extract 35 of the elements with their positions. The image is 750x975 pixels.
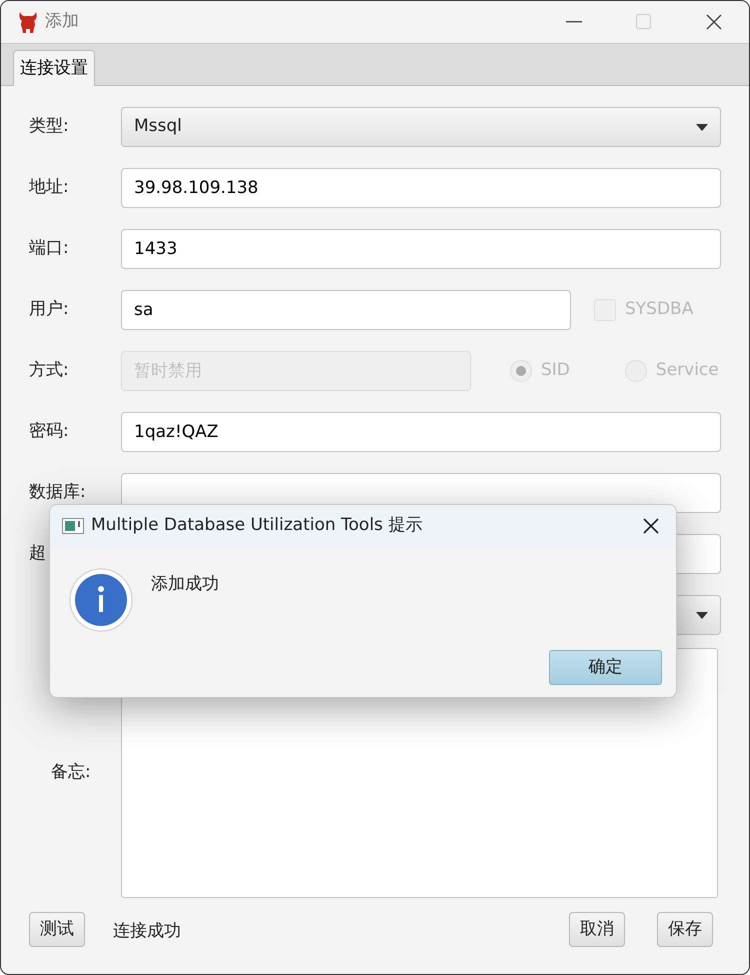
field-label: 数据库:: [29, 481, 87, 504]
field-label: 端口:: [29, 237, 70, 260]
window-icon: [62, 518, 84, 534]
ok-button[interactable]: 确定: [549, 650, 662, 685]
dialog-title: Multiple Database Utilization Tools 提示: [91, 514, 422, 538]
cancel-button[interactable]: 取消: [569, 912, 625, 947]
radio-label: SID: [541, 359, 570, 382]
field-label: 方式:: [29, 359, 70, 382]
app-icon: [17, 10, 39, 34]
field-label: 超: [29, 542, 47, 566]
window-title: 添加: [45, 10, 79, 34]
input-field[interactable]: sa: [121, 290, 571, 330]
field-label: 备忘:: [50, 761, 92, 784]
radio-label: Service: [656, 359, 719, 382]
dropdown[interactable]: Mssql: [121, 107, 721, 147]
field-label: 密码:: [29, 420, 70, 444]
field-label: 类型:: [29, 115, 70, 138]
tab[interactable]: 连接设置: [13, 50, 95, 86]
dialog-message: 添加成功: [151, 573, 219, 596]
input-field[interactable]: 39.98.109.138: [121, 168, 721, 208]
minimize-icon: [566, 21, 582, 23]
checkbox-label: SYSDBA: [625, 298, 694, 322]
close-icon: [643, 518, 659, 534]
info-icon: [69, 568, 133, 632]
test-button[interactable]: 测试: [29, 912, 85, 947]
field-label: 地址:: [29, 176, 70, 200]
status-text: 连接成功: [113, 920, 181, 944]
caret-icon: [696, 612, 708, 618]
maximize-icon: [636, 14, 652, 30]
input-field[interactable]: 1433: [121, 229, 721, 269]
field-label: 用户:: [29, 298, 70, 322]
save-button[interactable]: 保存: [657, 912, 713, 947]
input-field[interactable]: 1qaz!QAZ: [121, 412, 721, 452]
close-icon: [706, 14, 722, 30]
caret-icon: [696, 124, 708, 130]
